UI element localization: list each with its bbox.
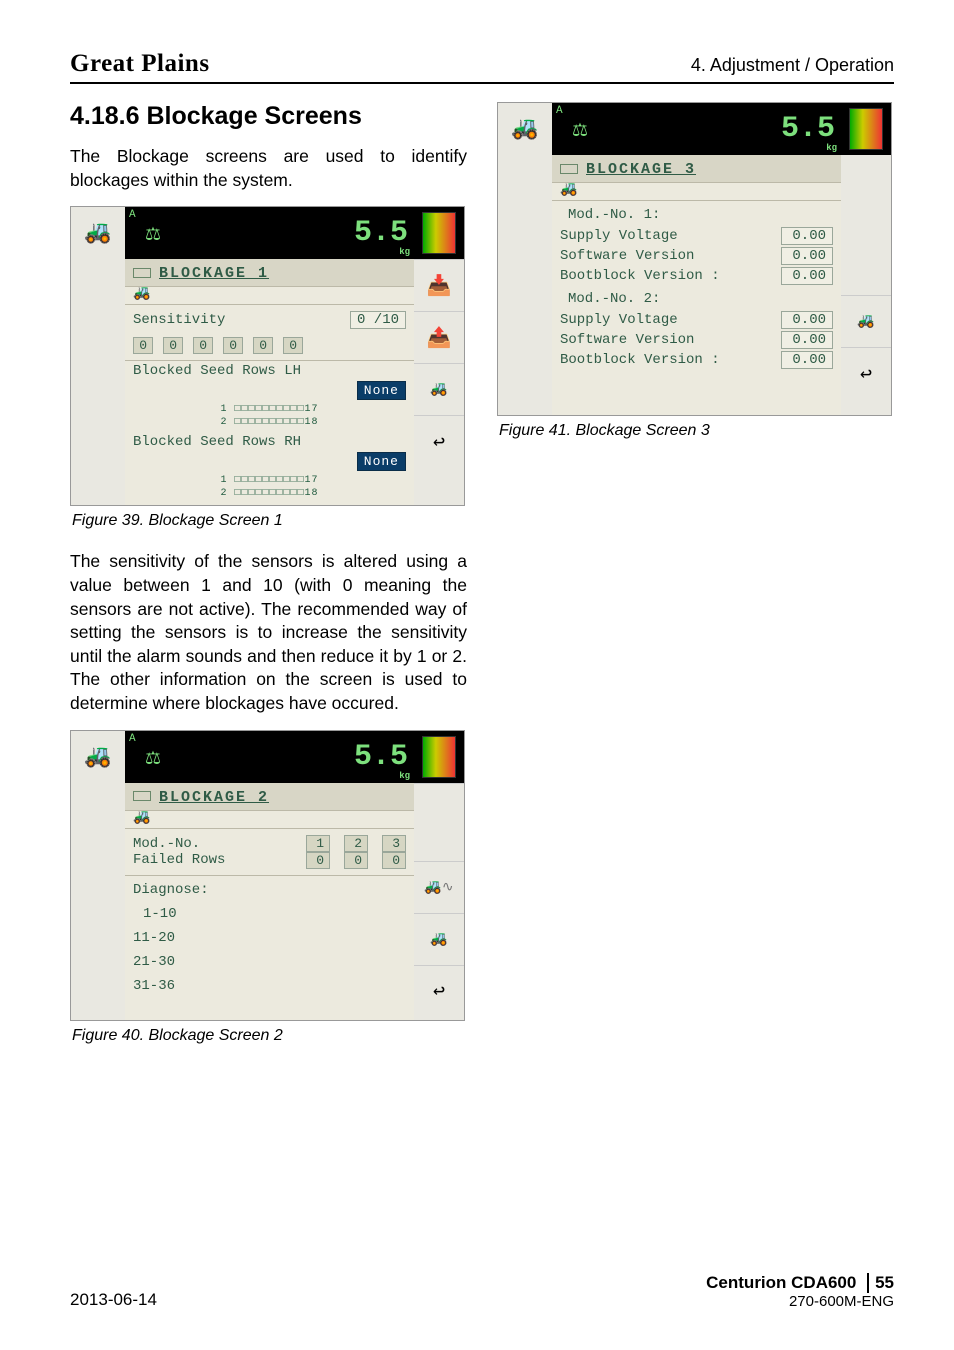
mini-box-icon xyxy=(133,268,151,278)
brand-logo-text: Great Plains xyxy=(70,50,210,78)
bootblock-version-label-2: Bootblock Version : xyxy=(560,352,720,368)
intro-paragraph: The Blockage screens are used to identif… xyxy=(70,145,467,192)
gauge-icon[interactable] xyxy=(414,207,464,259)
softkey-icon[interactable]: 🚜∿ xyxy=(424,879,453,896)
fail-col-2: 0 xyxy=(344,852,368,869)
footer-date: 2013-06-14 xyxy=(70,1290,157,1310)
bootblock-version-value-1: 0.00 xyxy=(781,267,833,285)
rows-rh-label: Blocked Seed Rows RH xyxy=(133,434,301,450)
failed-rows-label: Failed Rows xyxy=(133,852,298,868)
sensitivity-label: Sensitivity xyxy=(133,312,225,328)
page-header: Great Plains 4. Adjustment / Operation xyxy=(70,50,894,84)
software-version-value-1: 0.00 xyxy=(781,247,833,265)
softkey-tractor-icon[interactable]: 🚜 xyxy=(857,313,874,330)
figure-40-caption: Figure 40. Blockage Screen 2 xyxy=(72,1027,467,1045)
scales-icon: ⚖ xyxy=(552,103,608,155)
mod-col-1: 1 xyxy=(306,835,330,852)
figure-39-caption: Figure 39. Blockage Screen 1 xyxy=(72,512,467,530)
none-button-rh[interactable]: None xyxy=(357,452,406,471)
screen3-title: BLOCKAGE 3 xyxy=(586,161,696,178)
footer-model: Centurion CDA600 xyxy=(706,1273,856,1293)
none-button-lh[interactable]: None xyxy=(357,381,406,400)
bootblock-version-value-2: 0.00 xyxy=(781,351,833,369)
led-strip-rh-1: 1 □□□□□□□□□□17 xyxy=(125,475,414,486)
tractor-icon: 🚜 xyxy=(71,731,125,783)
screen1-title: BLOCKAGE 1 xyxy=(159,265,269,282)
lcd-top-bar: ⚖ 5.5 kg xyxy=(125,731,414,783)
diagnose-label: Diagnose: xyxy=(125,878,414,902)
software-version-value-2: 0.00 xyxy=(781,331,833,349)
bootblock-version-label-1: Bootblock Version : xyxy=(560,268,720,284)
gauge-icon[interactable] xyxy=(841,103,891,155)
mid-paragraph: The sensitivity of the sensors is altere… xyxy=(70,550,467,715)
unit-kg: kg xyxy=(826,143,837,153)
led-strip-rh-2: 2 □□□□□□□□□□18 xyxy=(125,488,414,505)
fail-col-3: 0 xyxy=(382,852,406,869)
mod2-label: Mod.-No. 2: xyxy=(552,287,841,311)
software-version-label-2: Software Version xyxy=(560,332,694,348)
supply-voltage-value-2: 0.00 xyxy=(781,311,833,329)
back-icon[interactable]: ↩ xyxy=(433,978,445,1004)
softkey-icon-1[interactable]: 📥 xyxy=(427,273,452,299)
lcd-top-bar: ⚖ 5.5 kg xyxy=(125,207,414,259)
diag-range-1[interactable]: 1-10 xyxy=(125,902,414,926)
supply-voltage-value-1: 0.00 xyxy=(781,227,833,245)
page-footer: 2013-06-14 Centurion CDA600 55 270-600M-… xyxy=(70,1273,894,1310)
mini-box-icon xyxy=(133,791,151,801)
back-icon[interactable]: ↩ xyxy=(860,361,872,387)
software-version-label-1: Software Version xyxy=(560,248,694,264)
softkey-tractor-icon[interactable]: 🚜 xyxy=(430,381,447,398)
mod-no-label: Mod.-No. xyxy=(133,836,298,852)
mini-box-icon xyxy=(560,164,578,174)
lcd-big-number: 5.5 xyxy=(354,216,408,250)
footer-doc-id: 270-600M-ENG xyxy=(706,1293,894,1310)
mod-col-2: 2 xyxy=(344,835,368,852)
figure-41-caption: Figure 41. Blockage Screen 3 xyxy=(499,422,894,440)
blockage-screen-2: 🚜 ⚖ 5.5 kg BLOCK xyxy=(70,730,465,1021)
scales-icon: ⚖ xyxy=(125,207,181,259)
lcd-big-number: 5.5 xyxy=(781,112,835,146)
scales-icon: ⚖ xyxy=(125,731,181,783)
softkey-icon-2[interactable]: 📤 xyxy=(427,325,452,351)
fail-col-1: 0 xyxy=(306,852,330,869)
section-label: 4. Adjustment / Operation xyxy=(691,55,894,76)
supply-voltage-label-2: Supply Voltage xyxy=(560,312,678,328)
rows-lh-label: Blocked Seed Rows LH xyxy=(133,363,301,379)
gauge-icon[interactable] xyxy=(414,731,464,783)
tractor-icon: 🚜 xyxy=(498,103,552,155)
back-icon[interactable]: ↩ xyxy=(433,429,445,455)
led-strip-lh-2: 2 □□□□□□□□□□18 xyxy=(125,417,414,428)
footer-page-number: 55 xyxy=(867,1273,894,1293)
unit-kg: kg xyxy=(399,247,410,257)
unit-kg: kg xyxy=(399,771,410,781)
diag-range-4[interactable]: 31-36 xyxy=(125,974,414,1020)
mod-col-3: 3 xyxy=(382,835,406,852)
tractor-icon: 🚜 xyxy=(71,207,125,259)
screen2-title: BLOCKAGE 2 xyxy=(159,789,269,806)
blockage-screen-3: 🚜 ⚖ 5.5 kg BLOCK xyxy=(497,102,892,416)
lcd-big-number: 5.5 xyxy=(354,740,408,774)
sensitivity-value[interactable]: 0 /10 xyxy=(350,311,406,329)
sensitivity-cells: 0 0 0 0 0 0 xyxy=(133,337,406,354)
section-heading: 4.18.6 Blockage Screens xyxy=(70,102,467,131)
supply-voltage-label-1: Supply Voltage xyxy=(560,228,678,244)
diag-range-3[interactable]: 21-30 xyxy=(125,950,414,974)
mod1-label: Mod.-No. 1: xyxy=(552,203,841,227)
led-strip-lh-1: 1 □□□□□□□□□□17 xyxy=(125,404,414,415)
diag-range-2[interactable]: 11-20 xyxy=(125,926,414,950)
lcd-top-bar: ⚖ 5.5 kg xyxy=(552,103,841,155)
blockage-screen-1: 🚜 ⚖ 5.5 kg BLOCK xyxy=(70,206,465,506)
softkey-tractor-icon[interactable]: 🚜 xyxy=(430,931,447,948)
